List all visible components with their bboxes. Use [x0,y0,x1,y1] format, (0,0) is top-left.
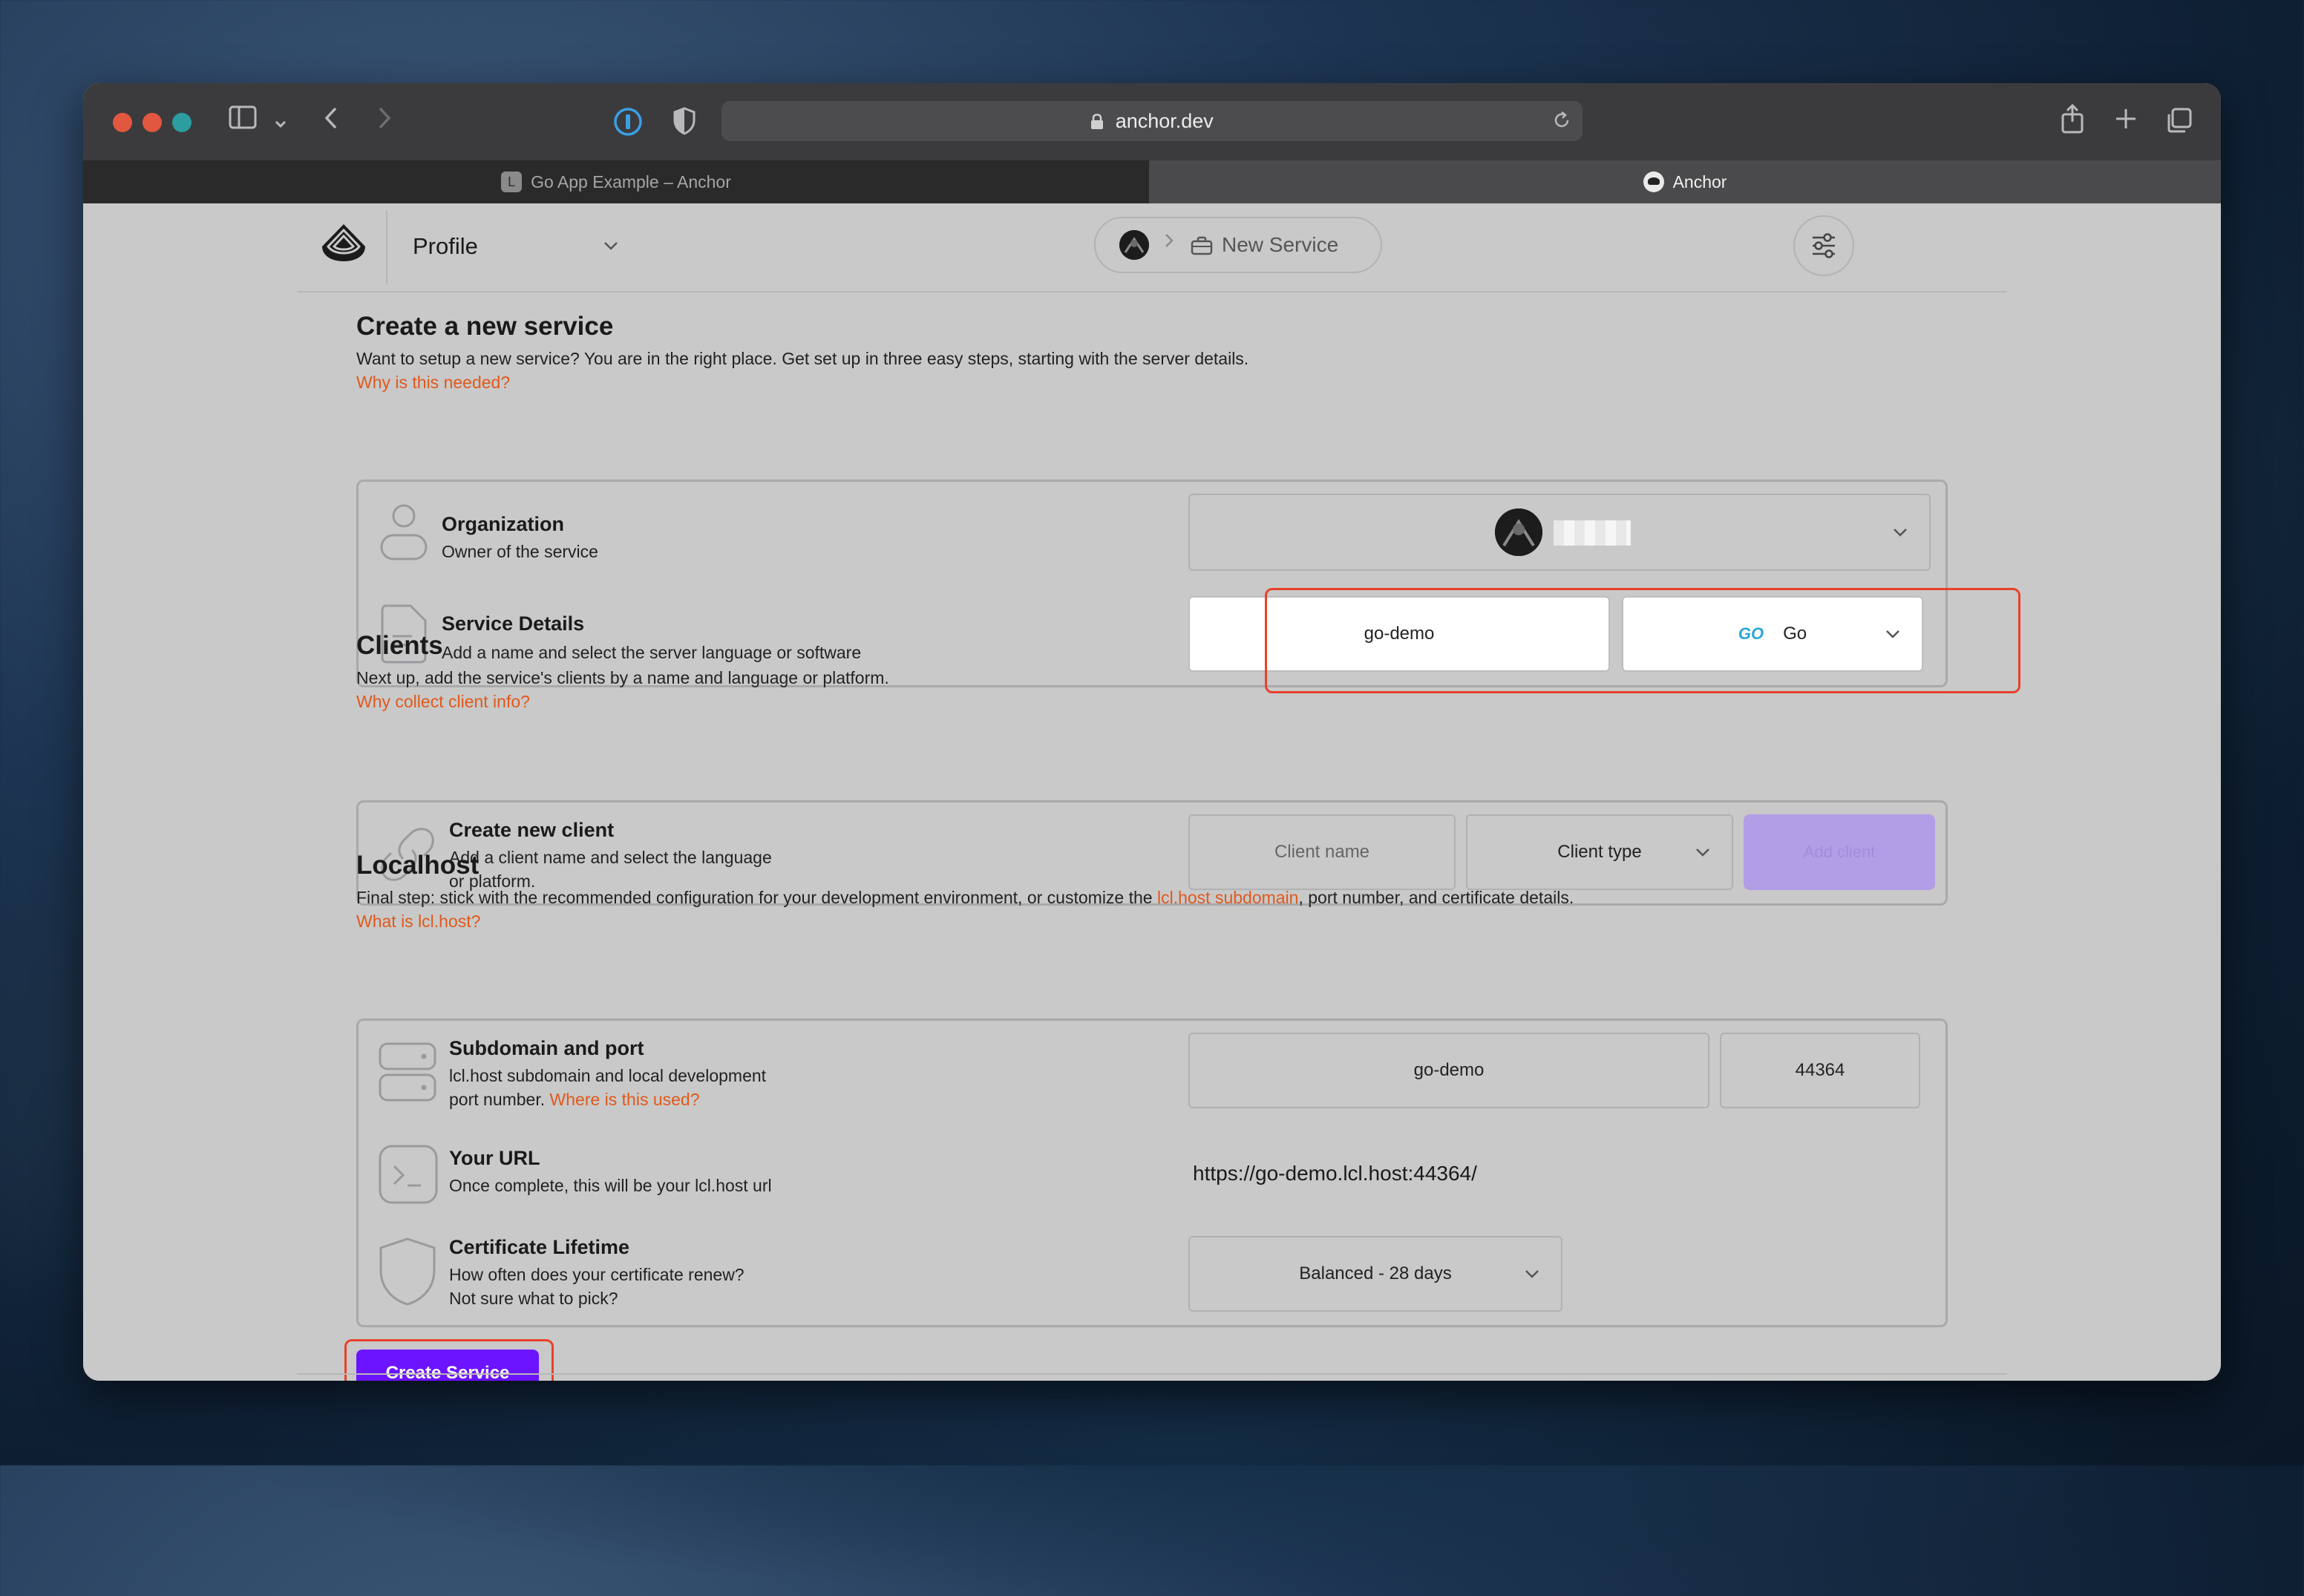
app-header: Profile New Service [297,203,2007,292]
clients-section-title: Clients [356,631,443,660]
tab-anchor[interactable]: Anchor [1149,160,2221,203]
page-content: Profile New Service Create a new service… [83,203,2221,1381]
terminal-icon [379,1145,438,1204]
what-is-lcl-host-link[interactable]: What is lcl.host? [356,912,480,932]
profile-menu[interactable]: Profile [413,233,478,260]
new-tab-icon[interactable] [2114,107,2138,137]
organization-subtitle: Owner of the service [442,542,598,561]
footer-divider [297,1373,2007,1375]
clients-section-description: Next up, add the service's clients by a … [356,668,889,687]
organization-title: Organization [442,513,565,535]
tab-label: Anchor [1672,171,1727,192]
breadcrumb: New Service [1094,217,1382,273]
reload-icon[interactable] [1551,110,1572,134]
org-name-redacted [1554,520,1631,546]
sidebar-toggle-icon[interactable] [229,105,257,136]
url-text: anchor.dev [1115,110,1214,132]
why-needed-link[interactable]: Why is this needed? [356,373,510,393]
chevron-down-icon [1696,848,1709,857]
service-section-description: Want to setup a new service? You are in … [356,349,1249,368]
add-client-label: Add client [1803,843,1876,861]
shield-icon [379,1237,436,1306]
subdomain-value: go-demo [1413,1060,1485,1080]
cert-lifetime-select[interactable]: Balanced - 28 days [1188,1236,1562,1312]
close-window-button[interactable] [113,113,132,132]
not-sure-link[interactable]: Not sure what to pick? [449,1286,618,1310]
localhost-card: Subdomain and port lcl.host subdomain an… [356,1018,1948,1327]
header-divider [386,211,387,284]
where-used-link[interactable]: Where is this used? [550,1090,700,1109]
user-icon [380,504,428,560]
zoom-window-button[interactable] [172,113,192,132]
tab-favicon-icon: L [501,171,523,192]
lcl-host-subdomain-link[interactable]: lcl.host subdomain [1157,888,1299,907]
port-input[interactable]: 44364 [1720,1033,1920,1108]
create-service-button[interactable]: Create Service [356,1350,539,1381]
forward-icon[interactable] [376,105,393,137]
tab-overview-icon[interactable] [2166,107,2193,140]
client-name-placeholder: Client name [1274,842,1370,862]
localhost-section-title: Localhost [356,851,480,880]
service-section-title: Create a new service [356,312,614,341]
org-avatar [1495,508,1542,556]
your-url-value: https://go-demo.lcl.host:44364/ [1193,1162,1477,1185]
briefcase-icon [1191,236,1213,255]
your-url-subtitle: Once complete, this will be your lcl.hos… [449,1176,772,1195]
tab-bar: L Go App Example – Anchor Anchor [83,160,2221,203]
chevron-down-icon[interactable] [601,236,621,255]
why-collect-link[interactable]: Why collect client info? [356,692,530,712]
cert-lifetime-value: Balanced - 28 days [1299,1263,1452,1283]
breadcrumb-current[interactable]: New Service [1222,233,1338,257]
password-manager-icon[interactable] [613,107,643,143]
org-avatar[interactable] [1119,230,1149,260]
settings-button[interactable] [1793,215,1854,276]
address-bar[interactable]: anchor.dev [721,101,1583,141]
share-icon[interactable] [2061,103,2084,140]
anchor-logo-icon[interactable] [319,220,368,269]
subdomain-input[interactable]: go-demo [1188,1033,1709,1108]
create-client-title: Create new client [449,819,615,841]
anchor-favicon-icon [1643,171,1664,192]
chevron-down-icon[interactable] [273,108,288,138]
create-client-subtitle-1: Add a client name and select the languag… [449,848,772,867]
tab-go-app-example[interactable]: L Go App Example – Anchor [83,160,1149,203]
chevron-down-icon [1894,529,1907,537]
browser-toolbar: anchor.dev [83,83,2221,160]
minimize-window-button[interactable] [143,113,162,132]
subdomain-port-subtitle-2: port number. Where is this used? [449,1090,700,1109]
breadcrumb-chevron-icon [1164,232,1174,255]
chevron-down-icon [1525,1270,1539,1278]
lock-icon [1090,110,1116,132]
browser-window: anchor.dev L Go App Example – Anchor Anc… [83,83,2221,1381]
organization-select[interactable] [1188,494,1931,571]
cert-lifetime-title: Certificate Lifetime [449,1236,630,1258]
sliders-icon [1813,233,1835,258]
cert-lifetime-subtitle: How often does your certificate renew? [449,1265,744,1284]
port-value: 44364 [1795,1060,1845,1080]
client-name-input[interactable]: Client name [1188,814,1456,890]
tab-label: Go App Example – Anchor [531,171,731,192]
add-client-button[interactable]: Add client [1744,814,1935,890]
localhost-section-description: Final step: stick with the recommended c… [356,888,1574,907]
service-details-subtitle: Add a name and select the server languag… [442,643,862,662]
subdomain-port-title: Subdomain and port [449,1037,644,1059]
your-url-title: Your URL [449,1147,540,1169]
client-type-placeholder: Client type [1557,842,1642,862]
subdomain-port-subtitle-1: lcl.host subdomain and local development [449,1066,767,1085]
server-icon [379,1042,436,1102]
client-type-select[interactable]: Client type [1466,814,1733,890]
privacy-shield-icon[interactable] [672,107,696,142]
highlight-service-details [1265,588,2020,693]
back-icon[interactable] [322,105,340,137]
service-details-title: Service Details [442,612,585,635]
